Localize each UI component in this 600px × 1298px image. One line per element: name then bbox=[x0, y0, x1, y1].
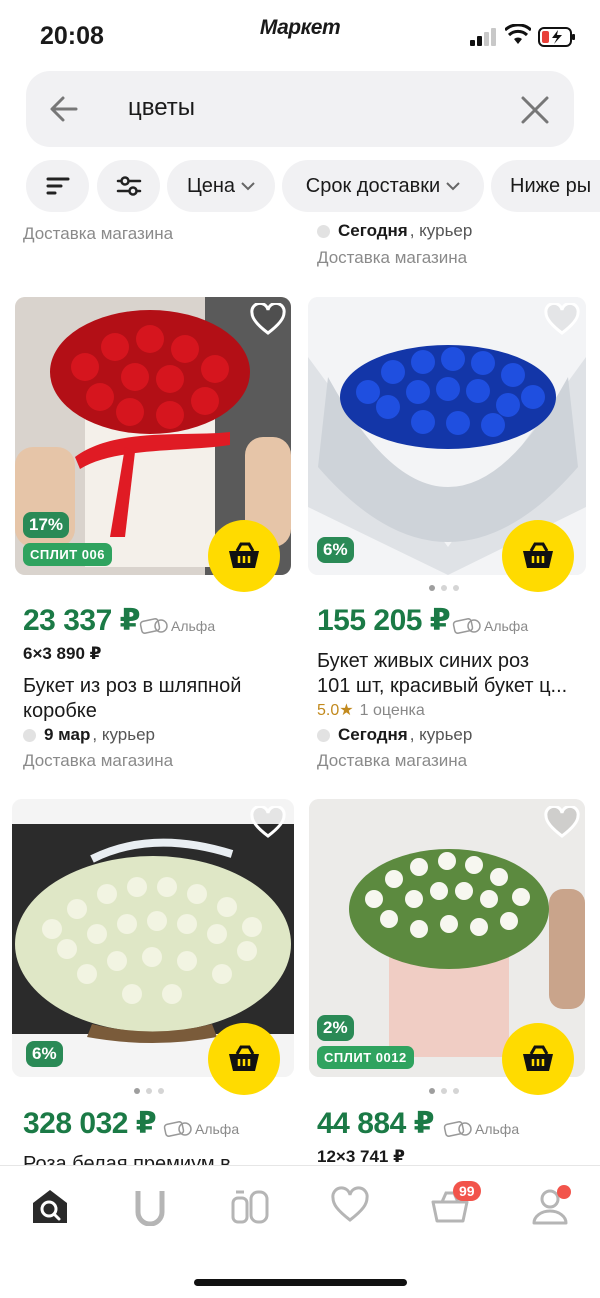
price-filter-label: Цена bbox=[186, 174, 236, 197]
heart-icon[interactable] bbox=[250, 303, 286, 337]
search-input[interactable]: цветы bbox=[128, 94, 508, 124]
alfa-offer: Альфа bbox=[443, 1120, 519, 1138]
home-icon[interactable] bbox=[30, 1186, 70, 1226]
store-delivery-label: Доставка магазина bbox=[23, 751, 174, 770]
product-price: 44 884 ₽ bbox=[317, 1107, 434, 1140]
delivery-day: 9 мар bbox=[44, 725, 91, 744]
heart-icon[interactable] bbox=[544, 806, 580, 840]
product-title-line: Букет живых синих роз bbox=[317, 650, 530, 672]
home-indicator[interactable] bbox=[194, 1279, 407, 1286]
chevron-down-icon bbox=[241, 182, 255, 191]
product-price: 23 337 ₽ bbox=[23, 604, 140, 637]
delivery-dot bbox=[317, 224, 330, 238]
sort-button[interactable] bbox=[26, 160, 89, 212]
chevron-down-icon bbox=[446, 182, 460, 191]
favorites-icon[interactable] bbox=[330, 1186, 370, 1226]
product-rating: 5.0★ 1 оценка bbox=[317, 700, 425, 720]
clear-icon[interactable] bbox=[520, 95, 550, 125]
filter-icon bbox=[116, 176, 141, 196]
cart-count-badge: 99 bbox=[453, 1181, 481, 1201]
discount-badge: 6% bbox=[317, 537, 354, 563]
split-badge: СПЛИТ 006 bbox=[23, 543, 112, 566]
split-badge: СПЛИТ 0012 bbox=[317, 1046, 414, 1069]
image-pager-dots bbox=[134, 1088, 164, 1094]
cart-icon bbox=[229, 542, 259, 568]
delivery-info: Сегодня , курьер bbox=[317, 221, 472, 241]
add-to-cart-button[interactable] bbox=[208, 1023, 280, 1095]
sort-icon bbox=[46, 177, 69, 195]
delivery-info: 9 мар , курьер bbox=[23, 725, 155, 745]
store-delivery-label: Доставка магазина bbox=[23, 224, 174, 243]
delivery-time-filter-chip[interactable]: Срок доставки bbox=[282, 160, 484, 212]
search-bar: цветы bbox=[26, 71, 574, 147]
delivery-method: , курьер bbox=[409, 221, 473, 240]
discount-badge: 17% bbox=[23, 512, 70, 538]
add-to-cart-button[interactable] bbox=[502, 1023, 574, 1095]
product-price: 328 032 ₽ bbox=[23, 1107, 157, 1140]
alfa-label: Альфа bbox=[484, 618, 529, 634]
battery-icon bbox=[538, 27, 575, 47]
cart-icon bbox=[523, 542, 553, 568]
alfa-label: Альфа bbox=[475, 1121, 520, 1137]
filter-chips: Цена Срок доставки Ниже ры bbox=[26, 160, 600, 212]
filter-button[interactable] bbox=[97, 160, 160, 212]
alfa-offer: Альфа bbox=[452, 617, 528, 635]
reviews-count[interactable]: 1 оценка bbox=[360, 702, 425, 719]
delivery-info: Сегодня , курьер bbox=[317, 725, 472, 745]
alfa-offer: Альфа bbox=[139, 617, 215, 635]
alfa-label: Альфа bbox=[195, 1121, 240, 1137]
delivery-method: , курьер bbox=[409, 725, 473, 744]
delivery-dot bbox=[317, 728, 330, 742]
product-title[interactable]: Роза белая премиум в bbox=[23, 1152, 293, 1165]
alfa-card-icon bbox=[139, 618, 168, 634]
catalog-icon[interactable] bbox=[130, 1186, 170, 1226]
cart-icon bbox=[523, 1045, 553, 1071]
signal-icon bbox=[470, 28, 496, 46]
discount-badge: 6% bbox=[26, 1041, 63, 1067]
add-to-cart-button[interactable] bbox=[502, 520, 574, 592]
product-title-line: 101 шт, красивый букет ц... bbox=[317, 675, 568, 697]
back-arrow-icon[interactable] bbox=[48, 93, 80, 125]
image-pager-dots bbox=[429, 1088, 459, 1094]
installment-info: 6×3 890 ₽ bbox=[23, 644, 102, 663]
cheaper-filter-chip[interactable]: Ниже ры bbox=[491, 160, 600, 212]
wifi-icon bbox=[505, 24, 531, 44]
cart-icon bbox=[229, 1045, 259, 1071]
alfa-offer: Альфа bbox=[163, 1120, 239, 1138]
store-delivery-label: Доставка магазина bbox=[317, 248, 468, 267]
heart-icon[interactable] bbox=[250, 806, 286, 840]
product-title[interactable]: Букет живых синих роз 101 шт, красивый б… bbox=[317, 649, 587, 699]
product-price: 155 205 ₽ bbox=[317, 604, 451, 637]
delivery-time-filter-label: Срок доставки bbox=[305, 174, 441, 197]
price-filter-chip[interactable]: Цена bbox=[167, 160, 275, 212]
product-title-line: Роза белая премиум в bbox=[23, 1153, 231, 1165]
product-title[interactable]: Букет из роз в шляпной коробке bbox=[23, 674, 293, 724]
alfa-label: Альфа bbox=[171, 618, 216, 634]
delivery-dot bbox=[23, 728, 36, 742]
cheaper-filter-label: Ниже ры bbox=[510, 174, 592, 197]
delivery-day: Сегодня bbox=[338, 221, 408, 240]
alfa-card-icon bbox=[443, 1121, 472, 1137]
alfa-card-icon bbox=[452, 618, 481, 634]
discount-badge: 2% bbox=[317, 1015, 354, 1041]
image-pager-dots bbox=[429, 585, 459, 591]
store-delivery-label: Доставка магазина bbox=[317, 751, 468, 770]
profile-notification-dot bbox=[557, 1185, 571, 1199]
alfa-card-icon bbox=[163, 1121, 192, 1137]
rating-value: 5.0★ bbox=[317, 702, 354, 719]
product-title-line: коробке bbox=[23, 700, 97, 722]
product-title-line: Букет из роз в шляпной bbox=[23, 675, 242, 697]
heart-icon[interactable] bbox=[544, 303, 580, 337]
installment-info: 12×3 741 ₽ bbox=[317, 1147, 405, 1166]
products-icon[interactable] bbox=[230, 1186, 270, 1226]
add-to-cart-button[interactable] bbox=[208, 520, 280, 592]
status-bar: 20:08 Маркет bbox=[0, 0, 600, 70]
delivery-method: , курьер bbox=[92, 725, 155, 744]
delivery-day: Сегодня bbox=[338, 725, 408, 744]
